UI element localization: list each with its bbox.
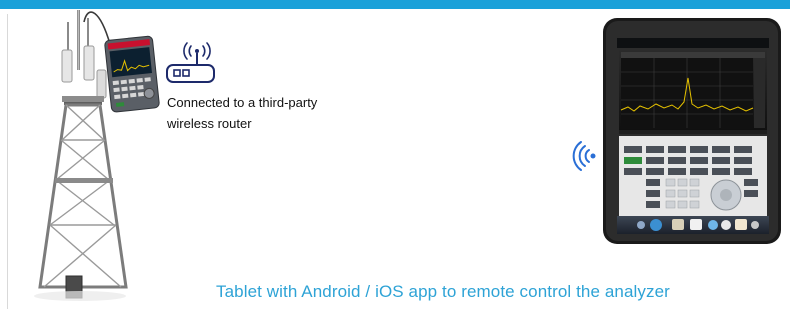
router-connection-caption: Connected to a third-party wireless rout… [167,95,318,131]
handheld-spectrum-analyzer-icon [104,35,160,113]
tablet-device-icon [603,18,781,244]
wireless-signal-icon [572,141,596,171]
tablet-app-caption: Tablet with Android / iOS app to remote … [216,282,670,301]
illustration [34,10,781,301]
